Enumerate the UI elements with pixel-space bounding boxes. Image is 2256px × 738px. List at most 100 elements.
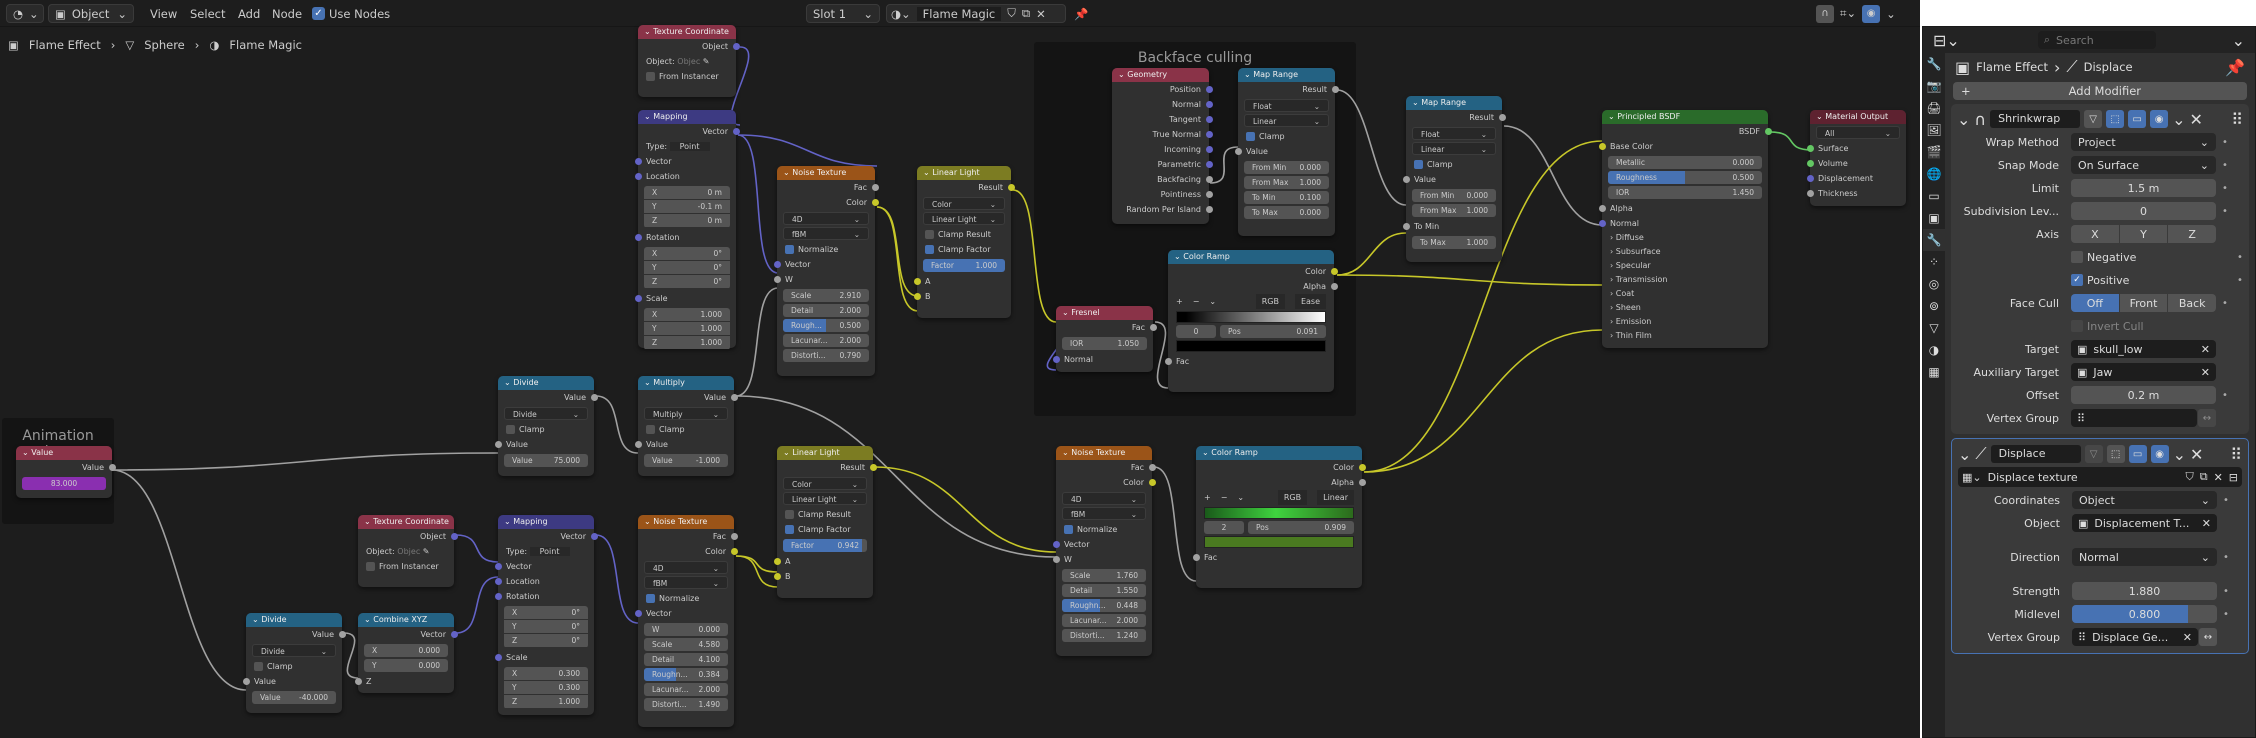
render-camera-icon[interactable]: ◉ (2150, 110, 2169, 128)
menu-select[interactable]: Select (184, 4, 231, 23)
socket-dot[interactable] (494, 441, 502, 448)
metallic-field[interactable]: Metallic 0.000 (1608, 156, 1762, 169)
from-instancer-checkbox[interactable]: From Instancer (358, 559, 454, 574)
close-icon[interactable]: ✕ (1036, 7, 1046, 21)
lacunarity-field[interactable]: Lacunar... 2.000 (783, 334, 869, 347)
stop-position[interactable]: Pos 0.091 (1220, 325, 1326, 338)
tab-particles[interactable]: ⁘ (1923, 251, 1945, 273)
socket-dot[interactable] (1192, 554, 1200, 561)
node-noise-texture[interactable]: Noise Texture Fac Color 4D ⌄ fBM ⌄ Normali… (773, 166, 879, 376)
scale-vector[interactable]: X 0.300 Y 0.300 Z 1.000 (504, 667, 588, 709)
operation-dropdown[interactable]: Divide ⌄ (252, 644, 336, 657)
use-nodes-checkbox[interactable]: ✓ Use Nodes (312, 4, 390, 23)
rot-x[interactable]: X 0° (504, 606, 588, 619)
socket-dot[interactable] (1598, 220, 1606, 227)
vertex-group-field[interactable]: ⠿ Displace Ge... ✕ (2072, 628, 2198, 646)
socket-dot[interactable] (1205, 146, 1213, 153)
remove-modifier-icon[interactable]: ✕ (2190, 110, 2203, 129)
socket-result[interactable]: Result (917, 180, 1015, 195)
scale-y[interactable]: Y 1.000 (644, 322, 730, 335)
factor-slider[interactable]: Factor 0.942 (783, 539, 867, 552)
socket-vector[interactable]: Vector (773, 257, 875, 272)
socket-to-min[interactable]: To Min (1402, 219, 1502, 234)
slot-dropdown[interactable]: Slot 1 ⌄ (806, 4, 880, 23)
detail-field[interactable]: Detail 4.100 (644, 653, 728, 666)
socket-random-per-island[interactable]: Random Per Island (1112, 202, 1213, 217)
value-field[interactable]: Value 75.000 (504, 454, 588, 467)
socket-dot[interactable] (732, 128, 740, 135)
socket-vector[interactable]: Vector (634, 606, 734, 621)
socket-scale[interactable]: Scale (634, 291, 736, 306)
node-color-ramp[interactable]: Color Ramp Color Alpha +−⌄ RGB Ease 0 Pos 0.… (1164, 250, 1338, 392)
color-ramp-gradient[interactable] (1204, 507, 1354, 519)
panel-diffuse[interactable]: › Diffuse (1602, 231, 1768, 245)
aux-target-field[interactable]: ▣ Jaw ✕ (2071, 363, 2216, 381)
normalize-checkbox[interactable]: Normalize (638, 591, 734, 606)
data-type-dropdown[interactable]: Color ⌄ (923, 197, 1005, 210)
checkbox[interactable] (925, 230, 934, 239)
checkbox[interactable] (646, 72, 655, 81)
socket-fac[interactable]: Fac (1056, 460, 1156, 475)
clamp-checkbox[interactable]: Clamp (1238, 129, 1335, 144)
clamp-result-checkbox[interactable]: Clamp Result (917, 227, 1011, 242)
socket-alpha[interactable]: Alpha (1196, 475, 1366, 490)
ior-field[interactable]: IOR 1.450 (1608, 186, 1762, 199)
socket-dot[interactable] (730, 394, 738, 401)
socket-dot[interactable] (730, 548, 738, 555)
chevron-down-icon[interactable]: ⌄ (1886, 7, 1896, 21)
type-dropdown[interactable]: Type: Point (498, 544, 594, 559)
socket-dot[interactable] (1052, 556, 1060, 563)
dimensions-dropdown[interactable]: 4D ⌄ (783, 212, 869, 225)
axis-x-toggle[interactable]: X (2071, 225, 2119, 243)
tab-data[interactable]: ▽ (1923, 317, 1945, 339)
socket-backfacing[interactable]: Backfacing (1112, 172, 1213, 187)
checkbox[interactable] (785, 525, 794, 534)
socket-dot[interactable] (871, 184, 879, 191)
tab-scene[interactable]: 🎬 (1923, 141, 1945, 163)
socket-dot[interactable] (913, 278, 921, 285)
socket-a[interactable]: A (773, 554, 873, 569)
node-link[interactable] (111, 452, 499, 471)
node-material-output[interactable]: Material Output All ⌄ Surface Volume Disp… (1806, 110, 1906, 206)
remove-modifier-icon[interactable]: ✕ (2190, 445, 2203, 464)
socket-b[interactable]: B (913, 289, 1011, 304)
object-field[interactable]: ▣ Displacement T... ✕ (2072, 514, 2217, 532)
socket-dot[interactable] (1331, 86, 1339, 93)
stop-index[interactable]: 2 (1204, 521, 1244, 534)
socket-dot[interactable] (108, 464, 116, 471)
node-link[interactable] (1503, 125, 1603, 226)
invert-vgroup-icon[interactable]: ↔ (2199, 628, 2217, 646)
node-mapping[interactable]: Mapping Vector Type: Point Vector Locati… (634, 110, 740, 349)
socket-dot[interactable] (634, 158, 642, 165)
blend-mode-dropdown[interactable]: Linear Light ⌄ (783, 492, 867, 505)
socket-dot[interactable] (869, 464, 877, 471)
scale-y[interactable]: Y 0.300 (504, 681, 588, 694)
to-max-field[interactable]: To Max 1.000 (1412, 236, 1496, 249)
socket-dot[interactable] (1402, 223, 1410, 230)
socket-dot[interactable] (634, 234, 642, 241)
socket-result[interactable]: Result (777, 460, 877, 475)
socket-dot[interactable] (1598, 205, 1606, 212)
panel-specular[interactable]: › Specular (1602, 259, 1768, 273)
socket-dot[interactable] (494, 654, 502, 661)
strength-field[interactable]: 1.880 (2072, 582, 2217, 600)
tab-output[interactable]: 🖨 (1923, 97, 1945, 119)
material-selector[interactable]: ◑⌄ Flame Magic ⛉ ⧉ ✕ (886, 4, 1066, 23)
socket-dot[interactable] (871, 199, 879, 206)
socket-dot[interactable] (1205, 116, 1213, 123)
wrap-method-dropdown[interactable]: Project ⌄ (2071, 133, 2216, 151)
edit-cage-icon[interactable]: ▽ (2084, 110, 2103, 128)
node-link[interactable] (455, 534, 499, 563)
socket-tangent[interactable]: Tangent (1112, 112, 1213, 127)
socket-value-out[interactable]: Value (498, 390, 598, 405)
keyframe-dot[interactable]: • (2217, 609, 2235, 620)
socket-fac[interactable]: Fac (638, 529, 738, 544)
panel-transmission[interactable]: › Transmission (1602, 273, 1768, 287)
drag-handle-icon[interactable]: ⠿ (2231, 110, 2243, 129)
checkbox[interactable] (1246, 132, 1255, 141)
socket-dot[interactable] (1498, 114, 1506, 121)
roughness-slider[interactable]: Rough... 0.500 (783, 319, 869, 332)
socket-dot[interactable] (1205, 131, 1213, 138)
panel-sheen[interactable]: › Sheen (1602, 301, 1768, 315)
distortion-field[interactable]: Distorti... 0.790 (783, 349, 869, 362)
